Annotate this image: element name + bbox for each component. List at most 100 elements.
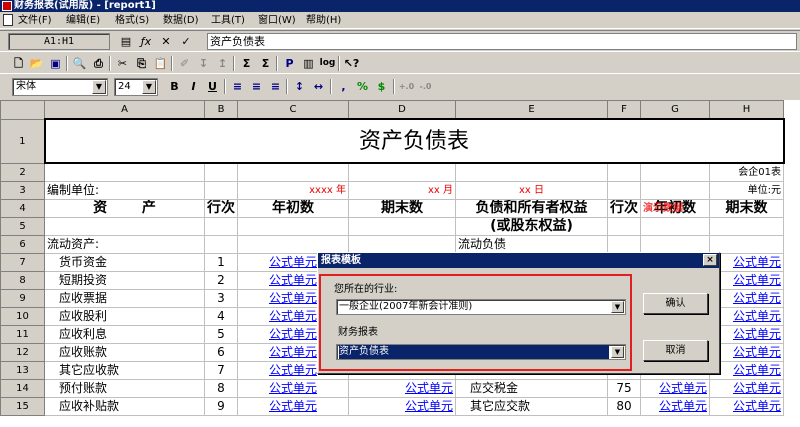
formula-cell[interactable]: 公式单元 [709, 289, 784, 308]
formula-cell[interactable]: 公式单元 [709, 397, 784, 416]
item-name-cell[interactable]: 预付账款 [44, 379, 205, 398]
cell[interactable] [607, 181, 641, 200]
chevron-down-icon[interactable]: ▼ [92, 80, 106, 94]
chart-icon[interactable]: ▥ [300, 55, 317, 72]
header-line-no-2[interactable]: 行次 [607, 199, 641, 218]
header-asset[interactable]: 资 产 [44, 199, 205, 218]
formula-cell[interactable]: 公式单元 [640, 379, 710, 398]
sum-all-icon[interactable]: Σ [257, 55, 274, 72]
cancel-button[interactable]: 取消 [643, 340, 708, 361]
liability-name-cell[interactable]: 其它应交款 [455, 397, 608, 416]
sort-desc-icon[interactable]: ↥ [214, 55, 231, 72]
print-icon[interactable]: ⎙ [90, 55, 107, 72]
new-file-icon[interactable]: 🗋 [10, 55, 27, 72]
save-icon[interactable]: ▣ [47, 55, 64, 72]
cell[interactable] [640, 162, 710, 182]
copy-icon[interactable]: ⎘ [133, 55, 150, 72]
line-number-cell[interactable]: 4 [204, 307, 238, 326]
column-header-d[interactable]: D [348, 100, 456, 120]
underline-button[interactable]: U [204, 78, 221, 95]
row-header[interactable]: 2 [0, 162, 45, 182]
formula-cell[interactable]: 公式单元 [709, 379, 784, 398]
currency-icon[interactable]: $ [373, 78, 390, 95]
column-header-h[interactable]: H [709, 100, 784, 120]
menu-tools[interactable]: 工具(T) [211, 12, 245, 29]
cell[interactable] [348, 162, 456, 182]
line-number-cell[interactable]: 75 [607, 379, 641, 398]
row-header[interactable]: 14 [0, 379, 45, 398]
select-all-corner[interactable] [0, 100, 45, 120]
item-name-cell[interactable]: 应收票据 [44, 289, 205, 308]
cell[interactable] [607, 235, 641, 254]
menu-help[interactable]: 帮助(H) [306, 12, 341, 29]
help-pointer-icon[interactable]: ↖? [343, 55, 360, 72]
row-header[interactable]: 5 [0, 217, 45, 236]
cell[interactable] [640, 181, 710, 200]
confirm-edit-icon[interactable]: ✓ [178, 34, 194, 50]
log-icon[interactable]: log [319, 55, 336, 72]
chevron-down-icon[interactable]: ▼ [611, 301, 624, 313]
header-line-no[interactable]: 行次 [204, 199, 238, 218]
sheet-icon[interactable]: ▤ [118, 34, 134, 50]
column-header-b[interactable]: B [204, 100, 238, 120]
formula-cell[interactable]: 公式单元 [709, 271, 784, 290]
header-end[interactable]: 期末数 [348, 199, 456, 218]
row-header[interactable]: 6 [0, 235, 45, 254]
row-header[interactable]: 7 [0, 253, 45, 272]
formula-cell[interactable]: 公式单元 [237, 379, 349, 398]
current-assets-label[interactable]: 流动资产: [44, 235, 205, 254]
formula-cell[interactable]: 公式单元 [709, 253, 784, 272]
formula-cell[interactable]: 公式单元 [640, 397, 710, 416]
cell[interactable] [204, 162, 238, 182]
menu-file[interactable]: 文件(F) [18, 12, 52, 29]
cancel-edit-icon[interactable]: ✕ [158, 34, 174, 50]
cell[interactable] [455, 162, 608, 182]
unit-cell[interactable]: 单位:元 [709, 181, 784, 200]
row-header[interactable]: 4 [0, 199, 45, 218]
chevron-down-icon[interactable]: ▼ [142, 80, 156, 94]
header-begin[interactable]: 年初数 [237, 199, 349, 218]
header-end-2[interactable]: 期末数 [709, 199, 784, 218]
cell[interactable] [348, 235, 456, 254]
menu-window[interactable]: 窗口(W) [258, 12, 296, 29]
row-header[interactable]: 8 [0, 271, 45, 290]
column-header-c[interactable]: C [237, 100, 349, 120]
header-begin-2[interactable]: 年初数 演示数据 [640, 199, 710, 218]
item-name-cell[interactable]: 其它应收款 [44, 361, 205, 380]
row-header[interactable]: 15 [0, 397, 45, 416]
cell[interactable] [607, 217, 641, 236]
confirm-button[interactable]: 确认 [643, 293, 708, 314]
formula-cell[interactable]: 公式单元 [709, 343, 784, 362]
format-painter-icon[interactable]: ✐ [176, 55, 193, 72]
cell[interactable] [237, 217, 349, 236]
cell[interactable] [607, 162, 641, 182]
month-cell[interactable]: xx 月 [348, 181, 456, 200]
item-name-cell[interactable]: 应收账款 [44, 343, 205, 362]
function-icon[interactable]: ƒx [138, 34, 154, 50]
row-header[interactable]: 11 [0, 325, 45, 344]
chevron-down-icon[interactable]: ▼ [611, 346, 624, 358]
line-number-cell[interactable]: 5 [204, 325, 238, 344]
paste-icon[interactable]: 📋 [152, 55, 169, 72]
close-button[interactable]: × [703, 254, 717, 266]
row-header[interactable]: 13 [0, 361, 45, 380]
column-header-a[interactable]: A [44, 100, 205, 120]
line-number-cell[interactable]: 80 [607, 397, 641, 416]
row-header[interactable]: 10 [0, 307, 45, 326]
row-header[interactable]: 3 [0, 181, 45, 200]
p-icon[interactable]: P [281, 55, 298, 72]
percent-icon[interactable]: % [354, 78, 371, 95]
line-number-cell[interactable]: 8 [204, 379, 238, 398]
day-cell[interactable]: xx 日 [455, 181, 608, 200]
align-center-icon[interactable]: ≡ [248, 78, 265, 95]
header-liabilities[interactable]: 负债和所有者权益 [455, 199, 608, 218]
sort-asc-icon[interactable]: ↧ [195, 55, 212, 72]
formula-cell[interactable]: 公式单元 [709, 361, 784, 380]
current-liabilities-label[interactable]: 流动负债 [455, 235, 608, 254]
year-cell[interactable]: xxxx 年 [237, 181, 349, 200]
report-title-cell[interactable]: 资产负债表 [43, 118, 785, 164]
line-number-cell[interactable]: 1 [204, 253, 238, 272]
cell-reference-box[interactable]: A1:H1 [8, 33, 110, 50]
item-name-cell[interactable]: 短期投资 [44, 271, 205, 290]
item-name-cell[interactable]: 应收补贴款 [44, 397, 205, 416]
